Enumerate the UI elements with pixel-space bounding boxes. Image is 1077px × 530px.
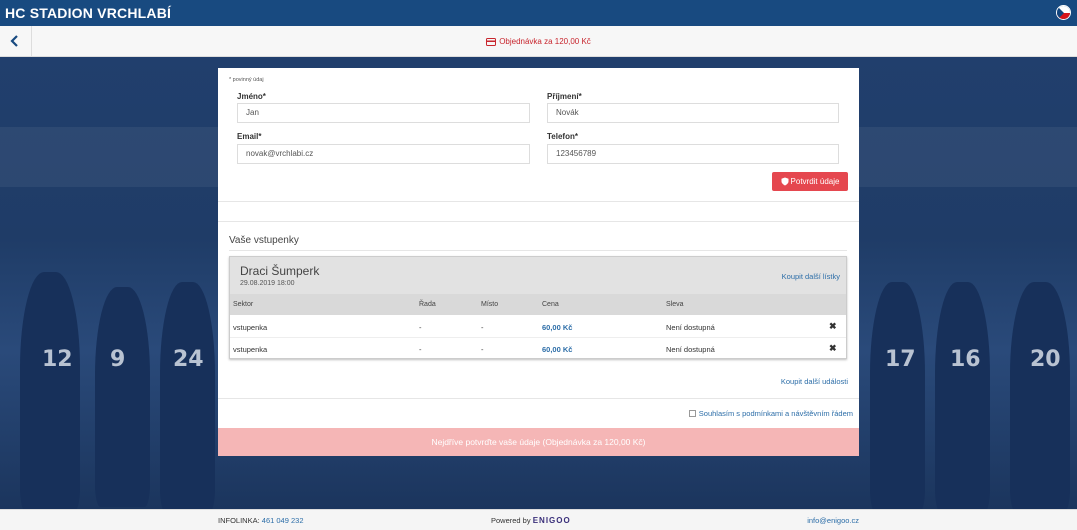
event-ticket-box: Draci Šumperk 29.08.2019 18:00 Koupit da…: [229, 256, 847, 359]
terms-label: Souhlasím s podmínkami a návštěvním řáde…: [698, 409, 853, 418]
footer-email-link[interactable]: info@enigoo.cz: [807, 516, 859, 525]
tickets-table-header: Sektor Řada Místo Cena Sleva: [230, 294, 846, 315]
ticket-discount: Není dostupná: [666, 345, 715, 354]
terms-checkbox[interactable]: [688, 410, 696, 417]
footer-infoline: INFOLINKA: 461 049 232: [218, 516, 304, 525]
remove-ticket-icon[interactable]: ✖: [829, 343, 837, 354]
column-header-price: Cena: [542, 301, 559, 308]
submit-order-button[interactable]: Nejdříve potvrďte vaše údaje (Objednávka…: [218, 428, 859, 456]
footer: INFOLINKA: 461 049 232 Powered by ENIGOO…: [0, 509, 1077, 530]
tickets-section-title: Vaše vstupenky: [229, 235, 299, 246]
last-name-field[interactable]: Novák: [547, 103, 839, 123]
ticket-sector: vstupenka: [233, 345, 268, 354]
event-name: Draci Šumperk: [240, 264, 320, 278]
event-date: 29.08.2019 18:00: [240, 280, 295, 287]
phone-field[interactable]: 123456789: [547, 144, 839, 164]
ticket-seat: -: [481, 345, 484, 354]
required-note: * povinný údaj: [229, 77, 264, 83]
event-header: Draci Šumperk 29.08.2019 18:00 Koupit da…: [230, 257, 846, 294]
confirm-details-button[interactable]: Potvrdit údaje: [772, 172, 848, 191]
phone-label: Telefon*: [547, 132, 578, 141]
remove-ticket-icon[interactable]: ✖: [829, 321, 837, 332]
terms-agreement[interactable]: Souhlasím s podmínkami a návštěvním řáde…: [688, 409, 853, 418]
powered-by: Powered by ENIGOO: [491, 516, 571, 525]
enigoo-logo[interactable]: ENIGOO: [533, 516, 571, 525]
divider: [218, 201, 859, 202]
ticket-seat: -: [481, 323, 484, 332]
credit-card-icon: [486, 38, 497, 46]
buy-more-events-link[interactable]: Koupit další události: [781, 377, 848, 386]
buy-more-tickets-link[interactable]: Koupit další lístky: [782, 272, 840, 281]
divider: [218, 221, 859, 222]
ticket-discount: Není dostupná: [666, 323, 715, 332]
shield-icon: [781, 177, 789, 186]
czech-flag-icon[interactable]: [1056, 5, 1071, 20]
order-summary-label: Objednávka za 120,00 Kč: [499, 37, 591, 46]
order-form-card: * povinný údaj Jméno* Jan Příjmení* Nová…: [218, 68, 859, 456]
order-summary[interactable]: Objednávka za 120,00 Kč: [0, 37, 1077, 46]
sub-header: Objednávka za 120,00 Kč: [0, 26, 1077, 57]
last-name-label: Příjmení*: [547, 92, 582, 101]
column-header-sector: Sektor: [233, 301, 254, 308]
ticket-row: -: [419, 345, 422, 354]
ticket-row: -: [419, 323, 422, 332]
ticket-sector: vstupenka: [233, 323, 268, 332]
column-header-seat: Místo: [481, 301, 499, 308]
top-bar: HC STADION VRCHLABÍ: [0, 0, 1077, 26]
column-header-discount: Sleva: [666, 301, 684, 308]
first-name-label: Jméno*: [237, 92, 266, 101]
venue-title: HC STADION VRCHLABÍ: [5, 5, 172, 21]
table-row: vstupenka - - 60,00 Kč Není dostupná ✖: [230, 338, 846, 360]
divider: [218, 398, 859, 399]
infoline-label: INFOLINKA:: [218, 516, 260, 525]
divider: [229, 250, 847, 251]
column-header-row: Řada: [419, 301, 436, 308]
ticket-price: 60,00 Kč: [542, 323, 573, 332]
table-row: vstupenka - - 60,00 Kč Není dostupná ✖: [230, 316, 846, 338]
powered-by-label: Powered by: [491, 516, 531, 525]
first-name-field[interactable]: Jan: [237, 103, 530, 123]
confirm-details-label: Potvrdit údaje: [790, 177, 840, 186]
email-label: Email*: [237, 132, 262, 141]
ticket-price: 60,00 Kč: [542, 345, 573, 354]
infoline-phone-link[interactable]: 461 049 232: [262, 516, 304, 525]
email-field[interactable]: novak@vrchlabi.cz: [237, 144, 530, 164]
